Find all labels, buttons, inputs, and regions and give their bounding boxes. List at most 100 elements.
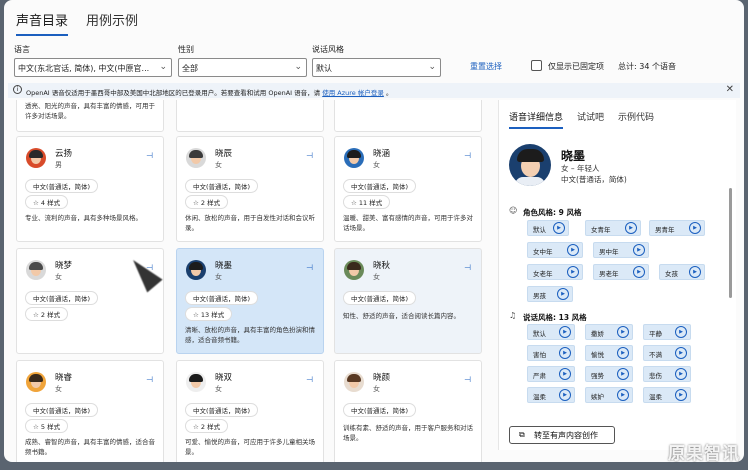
tab-use-cases[interactable]: 用例示例	[86, 10, 138, 36]
speaking-style-button[interactable]: 严肃 ▶	[527, 366, 575, 382]
speaking-style-button[interactable]: 默认 ▶	[527, 324, 575, 340]
language-chip: 中文(普通话，简体)	[25, 291, 99, 305]
play-icon[interactable]: ▶	[689, 222, 701, 234]
gender-select[interactable]: 全部 ⌄	[178, 58, 307, 77]
language-select[interactable]: 中文(东北官话, 简体), 中文(中原官... ⌄	[14, 58, 172, 77]
style-label: 说话风格	[312, 45, 344, 54]
voice-desc: 透亮、阳光的声音，具有丰富的情感，可用于许多对话场景。	[25, 102, 155, 120]
pin-icon[interactable]: ⊣	[464, 263, 471, 272]
play-icon[interactable]: ▶	[617, 347, 629, 359]
speaking-style-button[interactable]: 撒娇 ▶	[585, 324, 633, 340]
voice-card-xiaoqiu[interactable]: 晓秋 女 ⊣ 中文(普通话，简体) 知性、舒适的声音，适合阅读长篇内容。	[334, 248, 482, 354]
styles-chip: ☆ 2 样式	[185, 195, 229, 209]
play-icon[interactable]: ▶	[617, 389, 629, 401]
avatar	[186, 372, 206, 392]
play-icon[interactable]: ▶	[557, 288, 569, 300]
cta-label: 转至有声内容创作	[534, 431, 598, 440]
avatar	[26, 148, 46, 168]
chevron-down-icon: ⌄	[294, 62, 302, 72]
tab-voice-details[interactable]: 语音详细信息	[509, 110, 564, 129]
tab-voice-catalog[interactable]: 声音目录	[16, 10, 69, 36]
play-icon[interactable]: ▶	[633, 244, 645, 256]
play-icon[interactable]: ▶	[567, 244, 579, 256]
pinned-only-checkbox[interactable]	[531, 60, 542, 71]
reset-selection-link[interactable]: 重置选择	[470, 61, 502, 72]
tab-try-it[interactable]: 试试吧	[577, 110, 604, 129]
voice-card[interactable]	[334, 100, 482, 132]
play-icon[interactable]: ▶	[675, 326, 687, 338]
pin-icon[interactable]: ⊣	[464, 375, 471, 384]
speaking-style-button[interactable]: 愉悦 ▶	[585, 345, 633, 361]
role-style-button[interactable]: 女青年 ▶	[585, 220, 641, 236]
style-select-value: 默认	[316, 64, 332, 73]
play-icon[interactable]: ▶	[559, 326, 571, 338]
speaking-style-button[interactable]: 平静 ▶	[643, 324, 691, 340]
play-icon[interactable]: ▶	[559, 347, 571, 359]
play-icon[interactable]: ▶	[633, 266, 645, 278]
play-icon[interactable]: ▶	[689, 266, 701, 278]
voice-card-xiaochen[interactable]: 晓辰 女 ⊣ 中文(普通话，简体) ☆ 2 样式 休闲、放松的声音，用于自发性对…	[176, 136, 324, 242]
play-icon[interactable]: ▶	[625, 222, 637, 234]
speaking-style-button[interactable]: 不满 ▶	[643, 345, 691, 361]
role-style-button[interactable]: 默认 ▶	[527, 220, 569, 236]
voice-desc: 温暖、甜美、富有感情的声音，可用于许多对话场景。	[343, 214, 473, 232]
role-style-button[interactable]: 男青年 ▶	[649, 220, 705, 236]
speaking-style-button[interactable]: 强势 ▶	[585, 366, 633, 382]
watermark-logo: 原果智讯	[668, 444, 740, 464]
voice-card-grid: 透亮、阳光的声音，具有丰富的情感，可用于许多对话场景。 云扬 男 ⊣ 中文(普通…	[16, 100, 492, 462]
play-icon[interactable]: ▶	[675, 347, 687, 359]
speaking-style-button[interactable]: 温柔 ▶	[643, 387, 691, 403]
total-count: 总计: 34 个语音	[618, 62, 676, 71]
sign-in-link[interactable]: 使用 Azure 帐户登录	[322, 89, 384, 97]
pin-icon[interactable]: ⊣	[464, 151, 471, 160]
voice-card-xiaohan[interactable]: 晓涵 女 ⊣ 中文(普通话，简体) ☆ 11 样式 温暖、甜美、富有感情的声音，…	[334, 136, 482, 242]
play-icon[interactable]: ▶	[559, 368, 571, 380]
speaking-style-button[interactable]: 悲伤 ▶	[643, 366, 691, 382]
role-style-button[interactable]: 女孩 ▶	[659, 264, 705, 280]
chevron-down-icon: ⌄	[428, 62, 436, 72]
voice-card[interactable]	[176, 100, 324, 132]
sparkle-icon: ☆	[193, 199, 201, 207]
play-icon[interactable]: ▶	[617, 368, 629, 380]
voice-gender: 女	[373, 273, 380, 281]
panel-scrollbar[interactable]	[729, 188, 732, 298]
role-style-button[interactable]: 女中年 ▶	[527, 242, 583, 258]
play-icon[interactable]: ▶	[675, 389, 687, 401]
app-window: 声音目录 用例示例 语言 中文(东北官话, 简体), 中文(中原官... ⌄ 性…	[4, 0, 744, 462]
voice-card-xiaoyan[interactable]: 晓颜 女 ⊣ 中文(普通话，简体) 训练有素、舒适的声音，用于客户服务和对话场景…	[334, 360, 482, 462]
speaking-style-button[interactable]: 害怕 ▶	[527, 345, 575, 361]
voice-name: 云扬	[55, 149, 73, 159]
pin-icon[interactable]: ⊣	[306, 375, 313, 384]
role-style-button[interactable]: 男老年 ▶	[593, 264, 649, 280]
role-style-button[interactable]: 男中年 ▶	[593, 242, 649, 258]
play-icon[interactable]: ▶	[567, 266, 579, 278]
styles-chip: ☆ 5 样式	[25, 419, 69, 433]
tab-sample-code[interactable]: 示例代码	[618, 110, 654, 129]
speaking-style-label: 悲伤	[649, 372, 662, 380]
voice-gender: 女	[373, 161, 380, 169]
speaking-style-label: 不满	[649, 351, 662, 359]
voice-card-xiaomo[interactable]: 晓墨 女 ⊣ 中文(普通话，简体) ☆ 13 样式 清晰、放松的声音，具有丰富的…	[176, 248, 324, 354]
pin-icon[interactable]: ⊣	[306, 263, 313, 272]
voice-card-yunyang[interactable]: 云扬 男 ⊣ 中文(普通话，简体) ☆ 4 样式 专业、流利的声音，具有多种场景…	[16, 136, 164, 242]
speaking-style-button[interactable]: 温柔 ▶	[527, 387, 575, 403]
pin-icon[interactable]: ⊣	[146, 151, 153, 160]
play-icon[interactable]: ▶	[553, 222, 565, 234]
role-style-button[interactable]: 女老年 ▶	[527, 264, 583, 280]
pin-icon[interactable]: ⊣	[146, 375, 153, 384]
play-icon[interactable]: ▶	[675, 368, 687, 380]
voice-card[interactable]: 透亮、阳光的声音，具有丰富的情感，可用于许多对话场景。	[16, 100, 164, 132]
pin-icon[interactable]: ⊣	[306, 151, 313, 160]
close-icon[interactable]: ✕	[726, 84, 734, 95]
role-icon: ☺	[509, 206, 518, 215]
speaking-style-button[interactable]: 嫉妒 ▶	[585, 387, 633, 403]
go-to-audio-content-creation-button[interactable]: ⧉ 转至有声内容创作	[509, 426, 615, 444]
play-icon[interactable]: ▶	[617, 326, 629, 338]
voice-card-xiaoshuang[interactable]: 晓双 女 ⊣ 中文(普通话，简体) ☆ 2 样式 可爱、愉悦的声音，可应用于许多…	[176, 360, 324, 462]
styles-chip: ☆ 2 样式	[25, 307, 69, 321]
voice-card-xiaorui[interactable]: 晓睿 女 ⊣ 中文(普通话，简体) ☆ 5 样式 成熟、睿智的声音，具有丰富的情…	[16, 360, 164, 462]
role-style-button[interactable]: 男孩 ▶	[527, 286, 573, 302]
speaking-style-label: 强势	[591, 372, 604, 380]
play-icon[interactable]: ▶	[559, 389, 571, 401]
style-select[interactable]: 默认 ⌄	[312, 58, 441, 77]
